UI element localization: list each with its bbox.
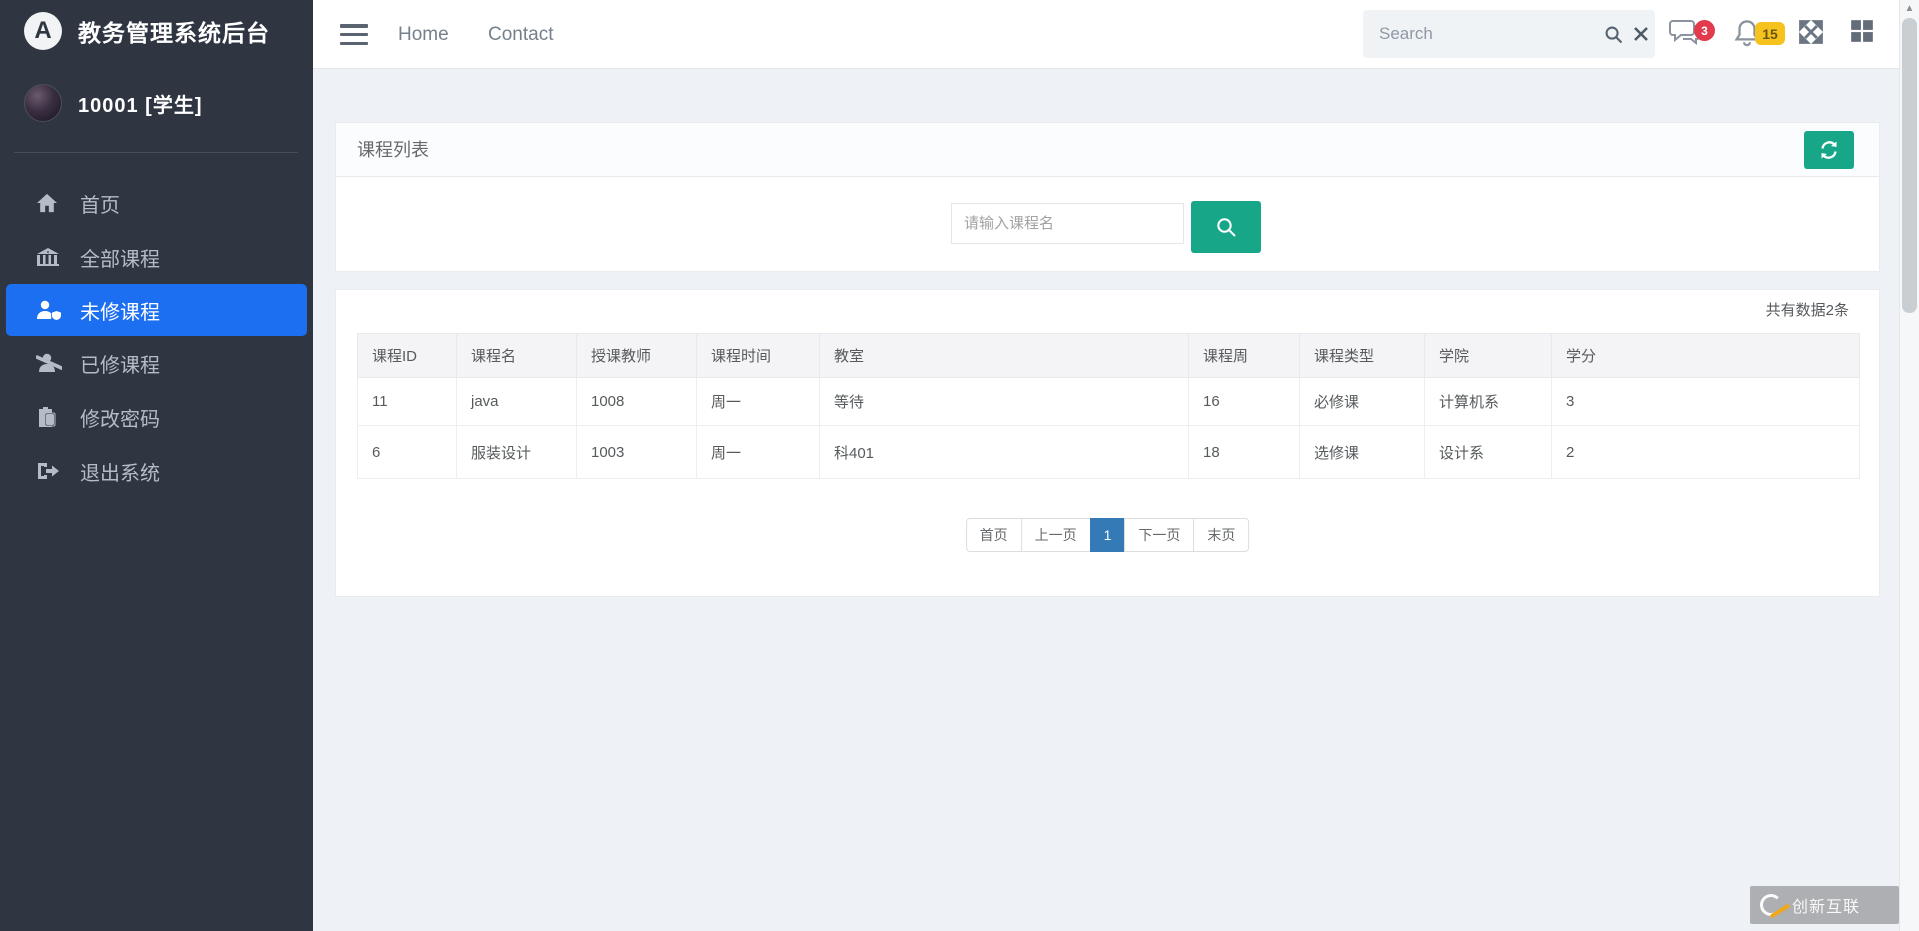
scrollbar-thumb[interactable]: [1902, 18, 1917, 313]
pagination-first[interactable]: 首页: [966, 518, 1022, 552]
cell-credit: 2: [1552, 426, 1860, 479]
messages-badge: 3: [1694, 20, 1715, 41]
cell-week: 16: [1189, 378, 1300, 426]
course-name-input[interactable]: [951, 203, 1184, 244]
user-name: 10001 [学生]: [78, 89, 203, 118]
cell-week: 18: [1189, 426, 1300, 479]
sidebar-item-label: 首页: [80, 189, 120, 218]
refresh-button[interactable]: [1804, 131, 1854, 169]
table-row[interactable]: 6 服装设计 1003 周一 科401 18 选修课 设计系 2: [358, 426, 1860, 479]
sidebar-item-finished-courses[interactable]: 已修课程: [0, 336, 313, 390]
course-search-button[interactable]: [1191, 201, 1261, 253]
pagination-page-1[interactable]: 1: [1090, 518, 1126, 552]
sidebar-item-label: 修改密码: [80, 403, 160, 432]
cell-credit: 3: [1552, 378, 1860, 426]
apps-grid-icon[interactable]: [1849, 18, 1885, 52]
search-icon[interactable]: [1600, 25, 1628, 44]
col-college: 学院: [1425, 334, 1552, 378]
sidebar-item-logout[interactable]: 退出系统: [0, 444, 313, 498]
fullscreen-icon[interactable]: [1797, 18, 1833, 52]
nav-link-home[interactable]: Home: [398, 0, 449, 69]
pagination-last[interactable]: 末页: [1193, 518, 1249, 552]
sidebar-item-all-courses[interactable]: 全部课程: [0, 230, 313, 284]
course-table-panel: 共有数据2条 课程ID 课程名 授课教师 课程时间 教室 课程周 课程类型 学院…: [335, 289, 1880, 597]
panel-title: 课程列表: [336, 123, 1879, 177]
record-count: 共有数据2条: [1766, 299, 1849, 320]
sidebar: A 教务管理系统后台 10001 [学生] 首页 全部课程: [0, 0, 313, 931]
home-icon: [36, 192, 66, 214]
cell-type: 必修课: [1300, 378, 1425, 426]
user-profile: 10001 [学生]: [0, 78, 313, 128]
course-list-panel: 课程列表: [335, 122, 1880, 272]
col-credit: 学分: [1552, 334, 1860, 378]
cell-course-name: java: [457, 378, 577, 426]
notifications-button[interactable]: 15: [1733, 18, 1769, 52]
cell-classroom: 科401: [820, 426, 1189, 479]
col-classroom: 教室: [820, 334, 1189, 378]
sidebar-item-label: 未修课程: [80, 296, 160, 325]
user-shield-icon: [36, 299, 66, 321]
cell-college: 设计系: [1425, 426, 1552, 479]
cell-course-id: 6: [358, 426, 457, 479]
pagination: 首页 上一页 1 下一页 末页: [966, 518, 1250, 552]
sidebar-toggle-icon[interactable]: [340, 24, 370, 45]
clipboard-icon: [36, 406, 66, 428]
cell-course-id: 11: [358, 378, 457, 426]
sidebar-item-label: 全部课程: [80, 243, 160, 272]
col-week: 课程周: [1189, 334, 1300, 378]
cell-teacher: 1003: [577, 426, 697, 479]
sidebar-divider: [14, 152, 298, 153]
watermark-text: 创新互联: [1792, 893, 1860, 917]
sign-out-icon: [36, 460, 66, 482]
col-course-id: 课程ID: [358, 334, 457, 378]
app-window: A 教务管理系统后台 10001 [学生] 首页 全部课程: [0, 0, 1919, 931]
sidebar-item-label: 已修课程: [80, 349, 160, 378]
vertical-scrollbar[interactable]: ▲: [1899, 0, 1919, 931]
table-row[interactable]: 11 java 1008 周一 等待 16 必修课 计算机系 3: [358, 378, 1860, 426]
cell-time: 周一: [697, 426, 820, 479]
user-slash-icon: [36, 352, 66, 374]
sidebar-item-unfinished-courses[interactable]: 未修课程: [6, 284, 307, 336]
cell-course-name: 服装设计: [457, 426, 577, 479]
top-navbar: Home Contact 3 15: [313, 0, 1919, 69]
cell-time: 周一: [697, 378, 820, 426]
col-time: 课程时间: [697, 334, 820, 378]
nav-link-contact[interactable]: Contact: [488, 0, 553, 69]
scrollbar-up-icon[interactable]: ▲: [1900, 2, 1919, 16]
panel-header: 课程列表: [336, 123, 1879, 177]
cell-teacher: 1008: [577, 378, 697, 426]
avatar[interactable]: [24, 84, 62, 122]
watermark: 创新互联: [1750, 886, 1899, 924]
table-header-row: 课程ID 课程名 授课教师 课程时间 教室 课程周 课程类型 学院 学分: [358, 334, 1860, 378]
app-title: 教务管理系统后台: [78, 14, 270, 48]
sidebar-item-label: 退出系统: [80, 457, 160, 486]
clear-search-icon[interactable]: [1628, 26, 1656, 42]
pagination-prev[interactable]: 上一页: [1021, 518, 1091, 552]
brand: A 教务管理系统后台: [0, 0, 313, 62]
sidebar-item-change-password[interactable]: 修改密码: [0, 390, 313, 444]
app-logo-icon: A: [24, 12, 62, 50]
col-type: 课程类型: [1300, 334, 1425, 378]
sidebar-menu: 首页 全部课程 未修课程 已修课程: [0, 176, 313, 498]
cell-type: 选修课: [1300, 426, 1425, 479]
course-table: 课程ID 课程名 授课教师 课程时间 教室 课程周 课程类型 学院 学分 11 …: [357, 333, 1860, 479]
watermark-logo-icon: [1760, 894, 1782, 916]
pagination-next[interactable]: 下一页: [1124, 518, 1194, 552]
cell-college: 计算机系: [1425, 378, 1552, 426]
col-course-name: 课程名: [457, 334, 577, 378]
col-teacher: 授课教师: [577, 334, 697, 378]
school-icon: [36, 246, 66, 268]
cell-classroom: 等待: [820, 378, 1189, 426]
navbar-search: [1363, 10, 1655, 58]
messages-button[interactable]: 3: [1669, 18, 1705, 52]
navbar-search-input[interactable]: [1363, 24, 1600, 44]
notifications-badge: 15: [1755, 22, 1785, 45]
sidebar-item-home[interactable]: 首页: [0, 176, 313, 230]
